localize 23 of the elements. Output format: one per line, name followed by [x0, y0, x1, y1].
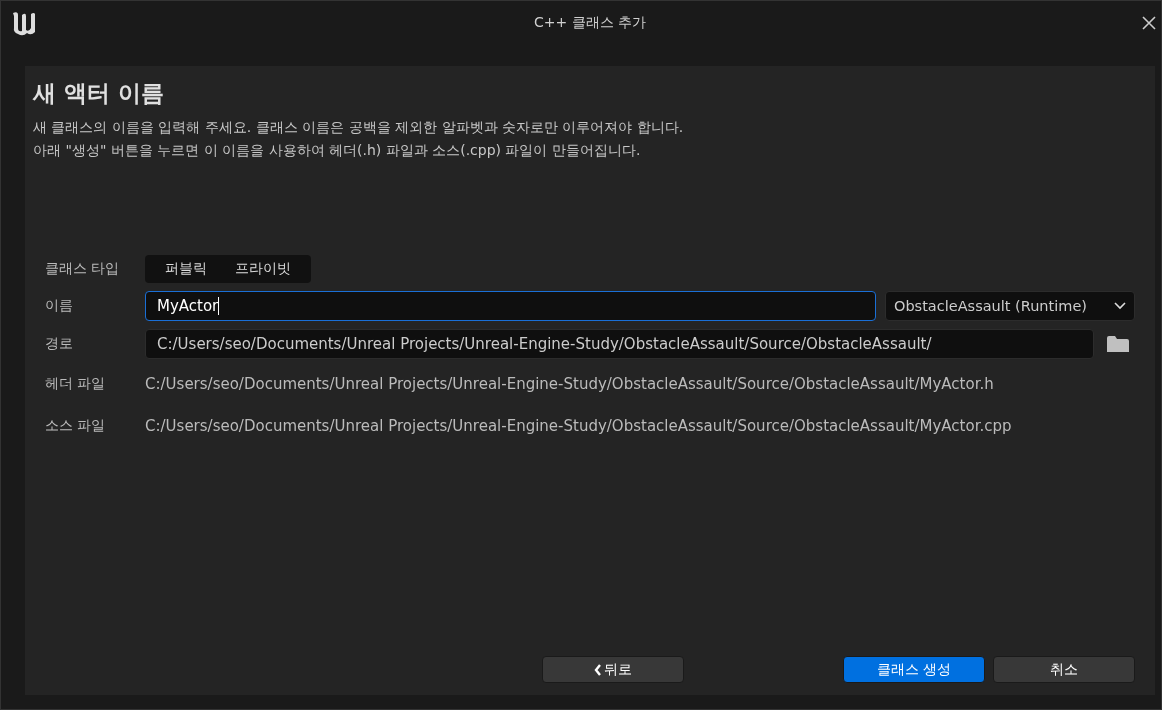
chevron-down-icon — [1114, 302, 1126, 310]
class-type-option[interactable]: 프라이빗 — [223, 259, 303, 279]
close-icon[interactable] — [1141, 15, 1157, 31]
field-label: 헤더 파일 — [45, 375, 107, 393]
description-text: 새 클래스의 이름을 입력해 주세요. 클래스 이름은 공백을 제외한 알파벳과 숫자로만 이루어져야 합니다. — [33, 119, 685, 137]
heading: 새 액터 이름 — [33, 79, 165, 108]
window-title: C++ 클래스 추가 — [533, 14, 647, 32]
field-label: 이름 — [45, 297, 74, 315]
chevron-left-icon — [594, 663, 603, 676]
field-label: 경로 — [45, 335, 74, 353]
folder-icon[interactable] — [1107, 336, 1129, 352]
module-dropdown[interactable]: ObstacleAssault (Runtime) — [885, 291, 1135, 321]
class-type-option[interactable]: 퍼블릭 — [153, 259, 219, 279]
file-path-text: C:/Users/seo/Documents/Unreal Projects/Unreal-Engine-Study/ObstacleAssault/Source/ObstacleAssault/MyActor.h — [145, 374, 995, 395]
cancel-button[interactable]: 취소 — [992, 656, 1135, 683]
create-class-button[interactable]: 클래스 생성 — [843, 656, 985, 683]
description-text: 아래 "생성" 버튼을 누르면 이 이름을 사용하여 헤더(.h) 파일과 소스(.cpp) 파일이 만들어집니다. — [33, 142, 642, 160]
field-label: 소스 파일 — [45, 417, 107, 435]
name-field[interactable]: MyActor — [145, 291, 876, 321]
file-path-text: C:/Users/seo/Documents/Unreal Projects/Unreal-Engine-Study/ObstacleAssault/Source/ObstacleAssault/MyActor.cpp — [145, 416, 1013, 437]
path-field[interactable]: C:/Users/seo/Documents/Unreal Projects/Unreal-Engine-Study/ObstacleAssault/Source/ObstacleAssault/ — [145, 329, 1094, 359]
back-button[interactable]: 뒤로 — [542, 656, 685, 683]
field-label: 클래스 타입 — [45, 260, 121, 278]
